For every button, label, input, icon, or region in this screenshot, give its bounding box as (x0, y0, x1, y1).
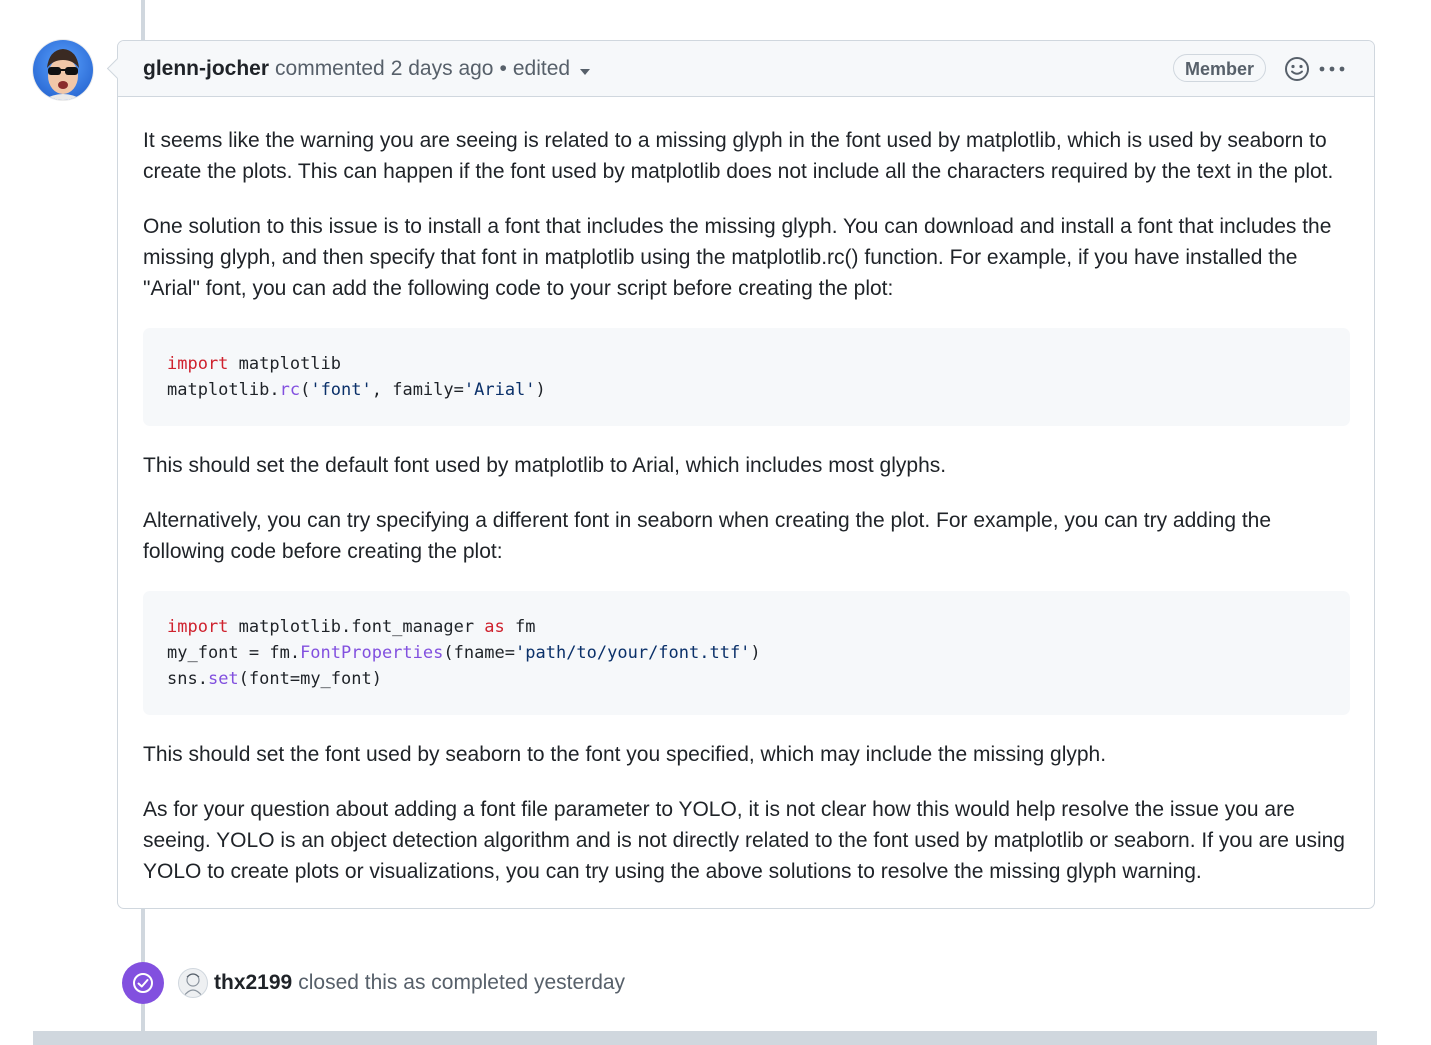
paragraph-2: One solution to this issue is to install… (143, 215, 1332, 300)
code-text: fm (504, 617, 536, 637)
code-function: set (207, 669, 239, 689)
code-text: (font=my_font) (238, 669, 382, 689)
code-string: 'path/to/your/font.ttf' (515, 643, 751, 663)
code-text: my_font = fm. (167, 643, 301, 663)
actor-avatar[interactable] (178, 968, 208, 998)
kebab-horizontal-icon[interactable] (1318, 56, 1346, 82)
edited-history-dropdown[interactable]: edited (512, 56, 591, 81)
timeline-line-bottom (141, 1003, 145, 1031)
smiley-icon[interactable] (1284, 56, 1310, 82)
triangle-down-icon (580, 68, 591, 75)
code-text: (fname= (443, 643, 516, 663)
edited-label: edited (512, 56, 571, 80)
comment-card: glenn-jocher commented 2 days ago • edit… (106, 40, 1375, 909)
code-block-2[interactable]: import matplotlib.font_manager as fm my_… (143, 591, 1350, 715)
code-text: matplotlib. (167, 380, 280, 400)
code-text: , family= (371, 380, 464, 400)
header-separator: • (499, 56, 507, 80)
avatar[interactable] (33, 40, 93, 100)
code-text: ( (300, 380, 311, 400)
comment-header: glenn-jocher commented 2 days ago • edit… (118, 41, 1374, 97)
avatar-image (43, 49, 83, 100)
paragraph-4: Alternatively, you can try specifying a … (143, 509, 1272, 563)
code-keyword: as (484, 617, 505, 637)
comment-timestamp-link[interactable]: 2 days ago (391, 57, 494, 81)
code-block-1[interactable]: import matplotlib matplotlib.rc('font', … (143, 328, 1350, 426)
event-description: closed this as completed yesterday (298, 971, 626, 994)
comment-author-link[interactable]: glenn-jocher (143, 57, 269, 81)
code-text: sns. (167, 669, 208, 689)
code-function: rc (279, 380, 301, 400)
timeline-event-closed: thx2199 closed this as completed yesterd… (122, 962, 625, 1004)
timeline-line-top (141, 0, 145, 40)
code-text: ) (535, 380, 546, 400)
comment-body: It seems like the warning you are seeing… (118, 97, 1374, 887)
code-text: ) (750, 643, 761, 663)
code-keyword: import (167, 354, 229, 374)
member-badge: Member (1172, 54, 1266, 82)
paragraph-1: It seems like the warning you are seeing… (143, 129, 1334, 183)
comment-action: commented (275, 56, 385, 80)
paragraph-6: As for your question about adding a font… (143, 798, 1345, 883)
code-text: matplotlib.font_manager (228, 617, 485, 637)
code-text: matplotlib (228, 354, 342, 374)
event-actor-link[interactable]: thx2199 (214, 971, 292, 995)
code-function: FontProperties (300, 643, 444, 663)
code-keyword: import (167, 617, 229, 637)
check-circle-icon (122, 962, 164, 1004)
code-string: 'font' (310, 380, 372, 400)
paragraph-5: This should set the font used by seaborn… (143, 743, 1107, 766)
paragraph-3: This should set the default font used by… (143, 454, 947, 477)
timeline-divider (33, 1031, 1377, 1045)
timeline-line-middle (141, 909, 145, 964)
code-string: 'Arial' (463, 380, 536, 400)
